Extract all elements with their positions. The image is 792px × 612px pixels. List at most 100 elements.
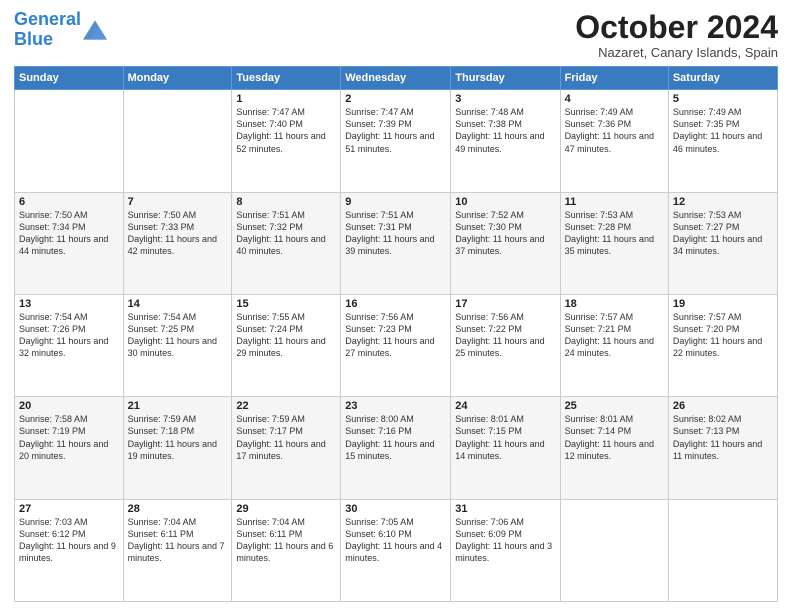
day-info: Sunrise: 7:58 AMSunset: 7:19 PMDaylight:… [19,413,119,462]
calendar-cell: 22Sunrise: 7:59 AMSunset: 7:17 PMDayligh… [232,397,341,499]
page: General Blue October 2024 Nazaret, Canar… [0,0,792,612]
day-info: Sunrise: 7:59 AMSunset: 7:18 PMDaylight:… [128,413,228,462]
day-info: Sunrise: 8:00 AMSunset: 7:16 PMDaylight:… [345,413,446,462]
weekday-header-tuesday: Tuesday [232,67,341,90]
day-info: Sunrise: 7:52 AMSunset: 7:30 PMDaylight:… [455,209,555,258]
weekday-header-sunday: Sunday [15,67,124,90]
day-info: Sunrise: 7:49 AMSunset: 7:36 PMDaylight:… [565,106,664,155]
day-info: Sunrise: 7:05 AMSunset: 6:10 PMDaylight:… [345,516,446,565]
day-info: Sunrise: 7:50 AMSunset: 7:34 PMDaylight:… [19,209,119,258]
day-info: Sunrise: 7:57 AMSunset: 7:21 PMDaylight:… [565,311,664,360]
calendar-cell: 2Sunrise: 7:47 AMSunset: 7:39 PMDaylight… [341,90,451,192]
day-number: 11 [565,196,664,208]
week-row-5: 27Sunrise: 7:03 AMSunset: 6:12 PMDayligh… [15,499,778,601]
day-number: 15 [236,298,336,310]
day-number: 8 [236,196,336,208]
day-info: Sunrise: 8:01 AMSunset: 7:15 PMDaylight:… [455,413,555,462]
calendar-cell: 3Sunrise: 7:48 AMSunset: 7:38 PMDaylight… [451,90,560,192]
day-info: Sunrise: 7:54 AMSunset: 7:26 PMDaylight:… [19,311,119,360]
day-info: Sunrise: 7:04 AMSunset: 6:11 PMDaylight:… [128,516,228,565]
logo: General Blue [14,10,107,50]
day-info: Sunrise: 7:53 AMSunset: 7:27 PMDaylight:… [673,209,773,258]
day-info: Sunrise: 7:49 AMSunset: 7:35 PMDaylight:… [673,106,773,155]
week-row-3: 13Sunrise: 7:54 AMSunset: 7:26 PMDayligh… [15,294,778,396]
day-number: 31 [455,503,555,515]
calendar-cell: 20Sunrise: 7:58 AMSunset: 7:19 PMDayligh… [15,397,124,499]
calendar-cell: 4Sunrise: 7:49 AMSunset: 7:36 PMDaylight… [560,90,668,192]
day-info: Sunrise: 7:53 AMSunset: 7:28 PMDaylight:… [565,209,664,258]
calendar-cell: 14Sunrise: 7:54 AMSunset: 7:25 PMDayligh… [123,294,232,396]
calendar-cell: 15Sunrise: 7:55 AMSunset: 7:24 PMDayligh… [232,294,341,396]
calendar-cell: 27Sunrise: 7:03 AMSunset: 6:12 PMDayligh… [15,499,124,601]
weekday-header-friday: Friday [560,67,668,90]
day-number: 17 [455,298,555,310]
day-info: Sunrise: 7:56 AMSunset: 7:22 PMDaylight:… [455,311,555,360]
week-row-4: 20Sunrise: 7:58 AMSunset: 7:19 PMDayligh… [15,397,778,499]
day-number: 6 [19,196,119,208]
week-row-1: 1Sunrise: 7:47 AMSunset: 7:40 PMDaylight… [15,90,778,192]
week-row-2: 6Sunrise: 7:50 AMSunset: 7:34 PMDaylight… [15,192,778,294]
calendar-cell: 29Sunrise: 7:04 AMSunset: 6:11 PMDayligh… [232,499,341,601]
day-number: 22 [236,400,336,412]
day-number: 13 [19,298,119,310]
day-info: Sunrise: 7:51 AMSunset: 7:32 PMDaylight:… [236,209,336,258]
calendar-cell [560,499,668,601]
day-number: 23 [345,400,446,412]
calendar-cell: 11Sunrise: 7:53 AMSunset: 7:28 PMDayligh… [560,192,668,294]
calendar-cell [15,90,124,192]
month-title: October 2024 [575,10,778,45]
calendar-cell: 1Sunrise: 7:47 AMSunset: 7:40 PMDaylight… [232,90,341,192]
title-area: October 2024 Nazaret, Canary Islands, Sp… [575,10,778,60]
day-info: Sunrise: 7:57 AMSunset: 7:20 PMDaylight:… [673,311,773,360]
day-number: 1 [236,93,336,105]
calendar-cell: 19Sunrise: 7:57 AMSunset: 7:20 PMDayligh… [668,294,777,396]
calendar-cell: 26Sunrise: 8:02 AMSunset: 7:13 PMDayligh… [668,397,777,499]
day-info: Sunrise: 7:55 AMSunset: 7:24 PMDaylight:… [236,311,336,360]
day-number: 27 [19,503,119,515]
day-info: Sunrise: 7:54 AMSunset: 7:25 PMDaylight:… [128,311,228,360]
day-number: 28 [128,503,228,515]
calendar-cell: 31Sunrise: 7:06 AMSunset: 6:09 PMDayligh… [451,499,560,601]
day-number: 18 [565,298,664,310]
weekday-header-row: SundayMondayTuesdayWednesdayThursdayFrid… [15,67,778,90]
calendar-cell: 17Sunrise: 7:56 AMSunset: 7:22 PMDayligh… [451,294,560,396]
header: General Blue October 2024 Nazaret, Canar… [14,10,778,60]
calendar-cell: 25Sunrise: 8:01 AMSunset: 7:14 PMDayligh… [560,397,668,499]
weekday-header-saturday: Saturday [668,67,777,90]
logo-icon [83,18,107,42]
day-number: 25 [565,400,664,412]
location: Nazaret, Canary Islands, Spain [575,45,778,60]
day-number: 26 [673,400,773,412]
day-number: 29 [236,503,336,515]
calendar-cell [123,90,232,192]
calendar-cell: 21Sunrise: 7:59 AMSunset: 7:18 PMDayligh… [123,397,232,499]
calendar-cell: 24Sunrise: 8:01 AMSunset: 7:15 PMDayligh… [451,397,560,499]
day-info: Sunrise: 7:47 AMSunset: 7:39 PMDaylight:… [345,106,446,155]
day-number: 24 [455,400,555,412]
day-info: Sunrise: 7:06 AMSunset: 6:09 PMDaylight:… [455,516,555,565]
day-number: 21 [128,400,228,412]
day-info: Sunrise: 7:50 AMSunset: 7:33 PMDaylight:… [128,209,228,258]
day-number: 3 [455,93,555,105]
day-number: 4 [565,93,664,105]
calendar-cell: 8Sunrise: 7:51 AMSunset: 7:32 PMDaylight… [232,192,341,294]
calendar-cell: 16Sunrise: 7:56 AMSunset: 7:23 PMDayligh… [341,294,451,396]
day-info: Sunrise: 7:51 AMSunset: 7:31 PMDaylight:… [345,209,446,258]
calendar-cell: 10Sunrise: 7:52 AMSunset: 7:30 PMDayligh… [451,192,560,294]
day-info: Sunrise: 8:02 AMSunset: 7:13 PMDaylight:… [673,413,773,462]
day-info: Sunrise: 7:56 AMSunset: 7:23 PMDaylight:… [345,311,446,360]
day-number: 2 [345,93,446,105]
calendar-cell: 13Sunrise: 7:54 AMSunset: 7:26 PMDayligh… [15,294,124,396]
day-number: 14 [128,298,228,310]
calendar-cell: 5Sunrise: 7:49 AMSunset: 7:35 PMDaylight… [668,90,777,192]
day-info: Sunrise: 7:03 AMSunset: 6:12 PMDaylight:… [19,516,119,565]
day-number: 7 [128,196,228,208]
day-info: Sunrise: 7:04 AMSunset: 6:11 PMDaylight:… [236,516,336,565]
calendar-cell [668,499,777,601]
day-info: Sunrise: 7:48 AMSunset: 7:38 PMDaylight:… [455,106,555,155]
day-number: 10 [455,196,555,208]
day-number: 20 [19,400,119,412]
day-info: Sunrise: 7:47 AMSunset: 7:40 PMDaylight:… [236,106,336,155]
day-number: 12 [673,196,773,208]
logo-line1: General [14,9,81,29]
